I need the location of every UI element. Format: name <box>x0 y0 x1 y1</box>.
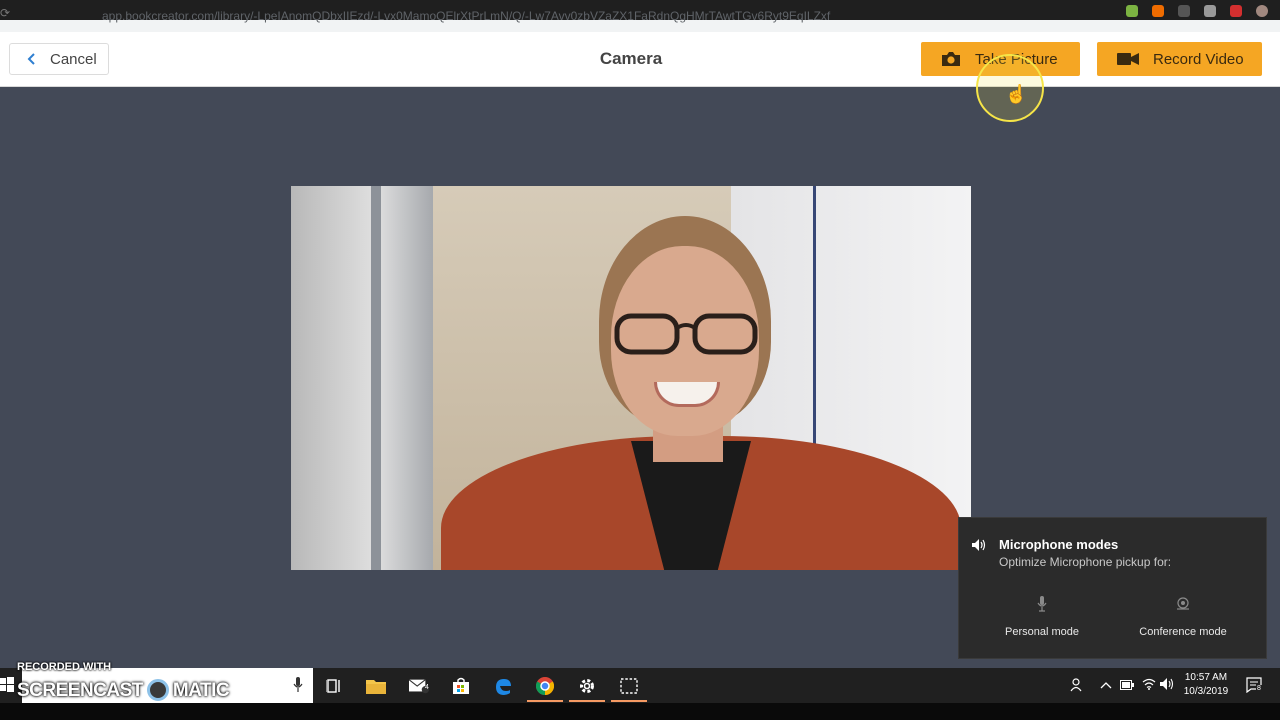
screen-bottom-edge <box>0 703 1280 720</box>
hand-cursor-icon: ☝ <box>1005 84 1028 104</box>
conference-icon <box>1177 597 1189 610</box>
address-bar[interactable]: app.bookcreator.com/library/-LpeIAnomQDb… <box>102 9 830 23</box>
mail-badge: 4 <box>425 684 429 691</box>
profile-avatar[interactable] <box>1256 5 1268 17</box>
edge-icon[interactable] <box>493 676 513 696</box>
chrome-icon[interactable] <box>535 676 555 696</box>
wifi-icon[interactable] <box>1142 678 1156 690</box>
microphone-icon[interactable] <box>293 677 303 693</box>
flyout-subtitle: Optimize Microphone pickup for: <box>999 555 1172 569</box>
background-wall <box>291 186 433 570</box>
camera-preview <box>291 186 971 570</box>
chevron-up-icon[interactable] <box>1100 681 1112 689</box>
battery-icon[interactable] <box>1120 680 1134 690</box>
store-icon[interactable] <box>451 676 471 696</box>
conference-mode-option[interactable]: Conference mode <box>1123 596 1243 638</box>
settings-active-indicator <box>569 700 605 702</box>
snip-icon[interactable] <box>619 676 639 696</box>
extension-icon[interactable] <box>1204 5 1216 17</box>
mail-icon[interactable]: 4 <box>409 676 429 696</box>
camera-icon <box>942 52 960 66</box>
cancel-label: Cancel <box>50 50 97 68</box>
video-camera-icon <box>1117 53 1139 65</box>
notification-count: 8 <box>1256 685 1262 692</box>
browser-chrome: ⟳ app.bookcreator.com/library/-LpeIAnomQ… <box>0 0 1280 32</box>
volume-icon[interactable] <box>1160 678 1176 690</box>
browser-nav[interactable]: ⟳ <box>0 6 28 20</box>
extension-icon[interactable] <box>1152 5 1164 17</box>
file-explorer-icon[interactable] <box>366 676 386 696</box>
system-clock[interactable]: 10:57 AM 10/3/2019 <box>1176 671 1236 699</box>
clock-time: 10:57 AM <box>1184 672 1228 683</box>
flyout-title: Microphone modes <box>999 537 1119 552</box>
settings-icon[interactable] <box>577 676 597 696</box>
watermark-caption: RECORDED WITH <box>17 661 112 673</box>
speaker-icon <box>972 539 986 551</box>
extension-icon[interactable] <box>1230 5 1242 17</box>
watermark-left: SCREENCAST <box>17 680 143 701</box>
task-view-icon[interactable] <box>324 676 344 696</box>
chevron-left-icon <box>27 53 35 65</box>
background-door-line <box>813 186 816 456</box>
personal-mode-label: Personal mode <box>1005 626 1079 638</box>
camera-header: Cancel Camera Take Picture Record Video … <box>0 32 1280 122</box>
watermark-right: MATIC <box>172 680 230 701</box>
record-video-label: Record Video <box>1153 50 1244 68</box>
people-icon[interactable] <box>1070 678 1084 692</box>
windows-icon[interactable] <box>0 677 14 693</box>
extension-icons[interactable] <box>1126 5 1268 17</box>
watermark-logo-icon <box>146 679 169 701</box>
page-title: Camera <box>599 49 663 68</box>
conference-mode-label: Conference mode <box>1139 626 1227 638</box>
record-video-button[interactable]: Record Video <box>1097 42 1262 76</box>
reload-icon[interactable]: ⟳ <box>0 6 10 20</box>
microphone-icon <box>1037 596 1047 612</box>
microphone-modes-flyout: Microphone modes Optimize Microphone pic… <box>959 518 1266 658</box>
glasses <box>614 313 758 355</box>
chrome-active-indicator <box>527 700 563 702</box>
extension-icon[interactable] <box>1126 5 1138 17</box>
extension-icon[interactable] <box>1178 5 1190 17</box>
clock-date: 10/3/2019 <box>1183 686 1229 697</box>
notification-icon[interactable]: 8 <box>1246 677 1262 698</box>
personal-mode-option[interactable]: Personal mode <box>982 596 1102 638</box>
cancel-button[interactable]: Cancel <box>9 43 109 75</box>
snip-active-indicator <box>611 700 647 702</box>
screencast-watermark: SCREENCAST MATIC <box>17 679 230 702</box>
background-door-edge <box>371 186 381 570</box>
